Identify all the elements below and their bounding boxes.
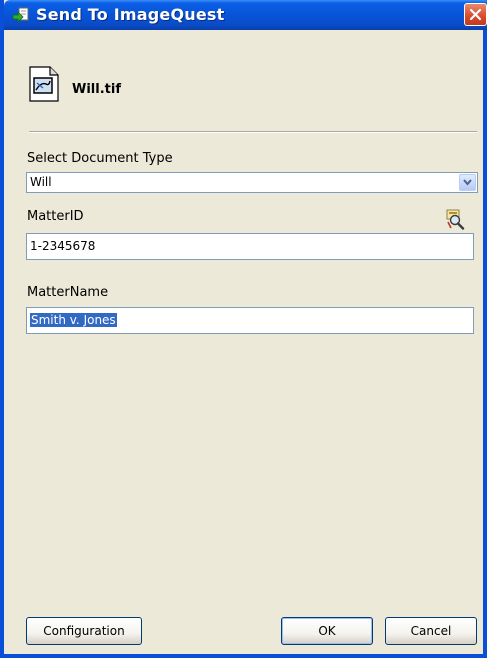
search-lookup-icon[interactable] (445, 208, 465, 230)
file-name: Will.tif (72, 82, 121, 97)
matter-id-value: 1-2345678 (30, 239, 96, 253)
matter-name-value: Smith v. Jones (30, 313, 117, 327)
matter-id-label: MatterID (27, 209, 84, 224)
green-arrow-send-icon (12, 7, 29, 23)
close-button[interactable] (464, 3, 487, 26)
configuration-button[interactable]: Configuration (26, 617, 142, 645)
chevron-down-icon (463, 179, 472, 186)
dropdown-button[interactable] (459, 174, 476, 191)
ok-button[interactable]: OK (281, 617, 373, 645)
matter-id-field[interactable]: 1-2345678 (26, 233, 474, 260)
document-file-icon (29, 66, 59, 102)
window-title: Send To ImageQuest (36, 5, 225, 24)
matter-name-field[interactable]: Smith v. Jones (26, 307, 474, 334)
send-to-imagequest-dialog: Send To ImageQuest Will.tif Select Docum… (0, 0, 487, 658)
document-type-value: Will (30, 175, 52, 189)
document-type-label: Select Document Type (27, 151, 173, 166)
close-icon (469, 8, 482, 21)
divider (29, 131, 477, 133)
title-bar[interactable]: Send To ImageQuest (4, 0, 487, 30)
matter-name-label: MatterName (27, 285, 109, 300)
document-type-select[interactable]: Will (26, 172, 478, 193)
cancel-button[interactable]: Cancel (385, 617, 477, 645)
